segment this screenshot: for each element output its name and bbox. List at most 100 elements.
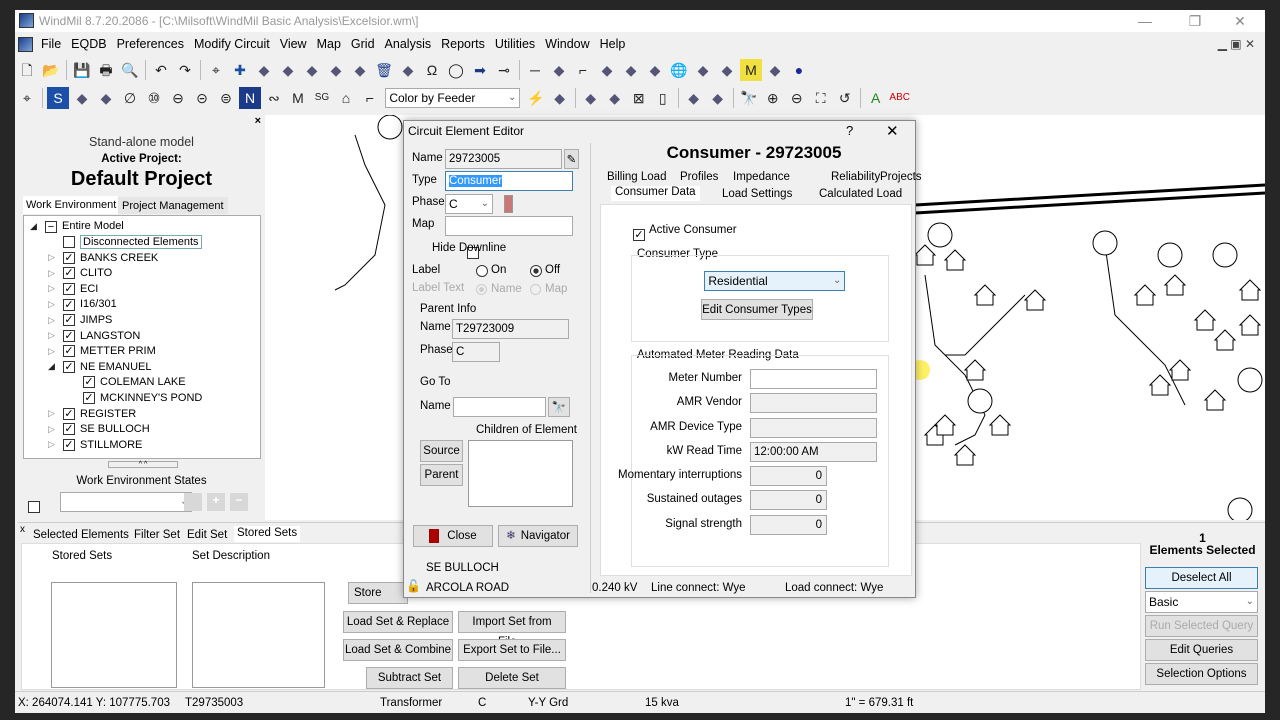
hook-icon[interactable]: ⌐ xyxy=(572,59,594,81)
transformer-symbol[interactable] xyxy=(1237,367,1263,393)
zoom-in-icon[interactable]: ⊕ xyxy=(762,87,784,109)
consumer-house-icon[interactable] xyxy=(1163,274,1187,296)
tab-project-management[interactable]: Project Management xyxy=(118,197,228,214)
tree-checkbox[interactable]: ✓ xyxy=(83,391,95,404)
connect-icon[interactable]: ◆ xyxy=(277,59,299,81)
phase-icon[interactable]: ∅ xyxy=(119,87,141,109)
blank-doc-icon[interactable]: ▯ xyxy=(652,87,674,109)
tree-checkbox[interactable]: ✓ xyxy=(63,360,75,373)
tab-projects[interactable]: Projects xyxy=(880,171,922,183)
find-binoculars-icon[interactable]: 🔭 xyxy=(548,397,570,417)
tree-item[interactable]: ▷ ✓ METTER PRIM xyxy=(48,344,156,359)
tree-checkbox[interactable]: ✓ xyxy=(63,251,75,264)
tab-consumer-data[interactable]: Consumer Data xyxy=(611,186,700,201)
expand-icon[interactable]: ▷ xyxy=(48,344,60,359)
meter-number-field[interactable] xyxy=(750,369,877,389)
close-button[interactable]: Close xyxy=(413,525,493,547)
tree-checkbox[interactable] xyxy=(63,235,75,248)
tab-load-settings[interactable]: Load Settings xyxy=(722,188,792,200)
transformer-symbol[interactable] xyxy=(1157,242,1183,268)
set-description-box[interactable] xyxy=(192,582,325,688)
tree-item[interactable]: ▷ ✓ REGISTER xyxy=(48,406,136,421)
consumer-house-icon[interactable] xyxy=(1168,359,1192,381)
tab-work-environment[interactable]: Work Environment xyxy=(23,196,118,214)
consumer-house-icon[interactable] xyxy=(1203,389,1227,411)
edit-mode-icon[interactable]: ⌖ xyxy=(16,87,38,109)
tree-item[interactable]: ▷ ✓ SE BULLOCH xyxy=(48,422,150,437)
tree-checkbox[interactable]: ✓ xyxy=(83,376,95,389)
underground-line-icon[interactable]: ◆ xyxy=(95,87,117,109)
feeder-tree[interactable]: ◢ − Entire Model Disconnected Elements ▷ ✓ BAN… xyxy=(23,215,261,459)
wrench-circle-icon[interactable]: ◆ xyxy=(596,59,618,81)
tab-profiles[interactable]: Profiles xyxy=(680,171,718,183)
consumer-house-icon[interactable] xyxy=(1238,279,1262,301)
source-button[interactable]: Source xyxy=(420,440,463,462)
lightning-icon[interactable]: ⚡ xyxy=(525,87,547,109)
generator-icon[interactable]: ∾ xyxy=(263,87,285,109)
zoom-back-icon[interactable]: ↺ xyxy=(834,87,856,109)
mdi-controls[interactable]: ▁ ▣ ✕ xyxy=(1218,33,1255,55)
minimize-button[interactable]: — xyxy=(1125,10,1165,32)
delete-set-button[interactable]: Delete Set xyxy=(458,667,566,689)
name-field[interactable]: 29723005 xyxy=(445,149,562,169)
phase-color-icon[interactable] xyxy=(504,195,513,213)
menu-eqdb[interactable]: EQDB xyxy=(66,33,111,55)
copy-icon[interactable]: ◆ xyxy=(604,87,626,109)
menu-utilities[interactable]: Utilities xyxy=(490,33,540,55)
menu-view[interactable]: View xyxy=(275,33,312,55)
spectrum-icon[interactable]: ◆ xyxy=(644,59,666,81)
goto-name-field[interactable] xyxy=(453,397,546,417)
tree-item[interactable]: ▷ ✓ LANGSTON xyxy=(48,328,140,343)
run-query-button[interactable]: Run Selected Query xyxy=(1145,615,1258,637)
export-set-button[interactable]: Export Set to File... xyxy=(458,639,566,661)
close-window-button[interactable]: ✕ xyxy=(1220,10,1260,32)
tree-item[interactable]: ✓ MCKINNEY'S POND xyxy=(68,391,202,406)
source-icon[interactable]: S xyxy=(47,87,69,109)
consumer-type-select[interactable]: Residential ⌄ xyxy=(704,271,846,291)
tab-reliability[interactable]: Reliability xyxy=(831,171,880,183)
tree-checkbox[interactable]: − xyxy=(45,220,57,233)
panel-close-icon[interactable]: × xyxy=(255,115,261,127)
state-select[interactable]: ⌄ xyxy=(60,492,193,512)
map-field[interactable] xyxy=(445,216,573,236)
color-grid-icon[interactable]: ◆ xyxy=(683,87,705,109)
transformer-symbol[interactable] xyxy=(1227,497,1253,520)
navigator-button[interactable]: ❄ Navigator xyxy=(498,525,578,547)
expand-icon[interactable]: ▷ xyxy=(48,297,60,312)
menu-help[interactable]: Help xyxy=(595,33,631,55)
switch-line-icon[interactable]: ─ xyxy=(524,59,546,81)
add-state-icon[interactable]: + xyxy=(207,493,225,511)
expand-icon[interactable]: ▷ xyxy=(48,422,60,437)
save-icon[interactable]: 💾 xyxy=(71,59,93,81)
tree-checkbox[interactable]: ✓ xyxy=(63,298,75,311)
plug-out-icon[interactable]: ◆ xyxy=(349,59,371,81)
tree-checkbox[interactable]: ✓ xyxy=(63,329,75,342)
tab-calculated-load[interactable]: Calculated Load xyxy=(819,188,902,200)
type-field[interactable]: Consumer xyxy=(449,175,503,187)
consumer-house-icon[interactable] xyxy=(1023,289,1047,311)
bar-chart-icon[interactable]: ◆ xyxy=(620,59,642,81)
tree-item[interactable]: ◢ ✓ NE EMANUEL xyxy=(48,359,152,374)
switch-open-icon[interactable]: ⊸ xyxy=(493,59,515,81)
tree-icon[interactable]: ◆ xyxy=(692,59,714,81)
tree-item[interactable]: ▷ ✓ JIMPS xyxy=(48,313,112,328)
amr-vendor-field[interactable] xyxy=(750,393,877,414)
consumer-house-icon[interactable] xyxy=(988,414,1012,436)
tab-filter-set[interactable]: Filter Set xyxy=(134,529,180,541)
load-set-replace-button[interactable]: Load Set & Replace xyxy=(343,611,453,633)
restore-button[interactable]: ❐ xyxy=(1175,10,1215,32)
add-element-icon[interactable]: ✚ xyxy=(229,59,251,81)
parent-button[interactable]: Parent xyxy=(420,464,463,486)
label-abc-icon[interactable]: ABC xyxy=(889,87,911,109)
tree-checkbox[interactable]: ✓ xyxy=(63,438,75,451)
motor-icon[interactable]: M xyxy=(287,87,309,109)
store-current-button[interactable]: Store Current xyxy=(348,582,408,604)
house-icon[interactable]: ⌂ xyxy=(335,87,357,109)
children-list[interactable] xyxy=(468,440,573,507)
consumer-house-icon[interactable] xyxy=(943,249,967,271)
arrow-right-icon[interactable]: ➡ xyxy=(469,59,491,81)
label-a-icon[interactable]: A xyxy=(865,87,887,109)
tree-item[interactable]: ▷ ✓ I16/301 xyxy=(48,297,117,312)
sg-icon[interactable]: SG xyxy=(311,87,333,109)
remove-state-icon[interactable]: − xyxy=(230,493,248,511)
